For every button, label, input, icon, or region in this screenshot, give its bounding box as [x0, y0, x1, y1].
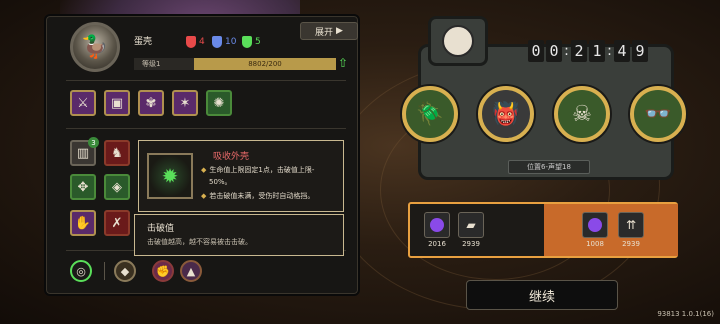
timer-digit: 2 — [571, 40, 587, 62]
tooltip-line-text: 若击破值未满，受伤时自动格挡。 — [209, 192, 315, 200]
play-icon: ▶ — [336, 26, 343, 36]
timer-digit: 9 — [632, 40, 648, 62]
timer-digit: 1 — [589, 40, 605, 62]
timer-digit: 4 — [614, 40, 630, 62]
expand-button-label: 展开 — [315, 27, 334, 38]
blades-icon[interactable]: ✗ — [104, 210, 130, 236]
resource-green: 5 — [242, 36, 261, 48]
tooltip-line-text: 50%。 — [209, 178, 232, 186]
card-icon[interactable]: ▰ — [458, 212, 484, 238]
resource-red: 4 — [186, 36, 205, 48]
reward-value: 1008 — [586, 240, 604, 248]
continue-button[interactable]: 继续 — [466, 280, 618, 310]
divider — [66, 128, 346, 129]
cross-icon[interactable]: ✥ — [70, 174, 96, 200]
player-name: 蛋壳 — [134, 37, 153, 47]
diamond-icon: ◆ — [201, 166, 207, 174]
stat-tooltip-desc: 击破值越高，越不容易被击击破。 — [147, 238, 252, 246]
target-icon[interactable]: ◎ — [70, 260, 92, 282]
timer-colon: : — [607, 43, 612, 59]
stat-tooltip: 击破值 击破值越高，越不容易被击击破。 — [134, 214, 344, 256]
timer-colon: : — [564, 43, 569, 59]
position-label: 位置6-声望18 — [508, 160, 590, 174]
skill-badge: 3 — [88, 137, 99, 148]
tooltip-line-text: 生命值上限固定1点，击破值上限- — [209, 166, 315, 174]
boot-icon[interactable]: ♞ — [104, 140, 130, 166]
tracker-head: ♔ — [428, 16, 488, 66]
timer: 0 0 : 2 1 : 4 9 — [528, 40, 648, 62]
seed-icon[interactable]: ◆ — [114, 260, 136, 282]
separator — [104, 262, 105, 280]
timer-digit: 0 — [546, 40, 562, 62]
reward-option-selected[interactable]: 1008 ⇈ 2939 — [544, 204, 678, 256]
shell-icon: ✹ — [147, 153, 193, 199]
resource-blue: 10 — [212, 36, 236, 48]
xp-bar: 8802/200 — [194, 58, 336, 70]
diamond-icon: ◆ — [201, 192, 207, 200]
glasses-icon[interactable]: 👓 — [630, 86, 686, 142]
stat-tooltip-title: 击破值 — [147, 224, 175, 234]
cage-icon[interactable]: ▥ 3 — [70, 137, 99, 166]
resource-red-value: 4 — [199, 37, 205, 47]
tooltip-line: 50%。 — [209, 177, 232, 187]
divider — [66, 80, 346, 81]
tooltip-line: ◆ 生命值上限固定1点，击破值上限- — [201, 165, 314, 175]
resource-blue-value: 10 — [225, 37, 237, 47]
king-icon: ♔ — [442, 25, 474, 57]
spider-icon[interactable]: ✶ — [172, 90, 198, 116]
blue-mask-icon — [212, 36, 222, 48]
purple-orb-icon[interactable] — [582, 212, 608, 238]
reward-value: 2939 — [622, 240, 640, 248]
demon-icon[interactable]: 👹 — [478, 86, 534, 142]
avatar[interactable]: 🦆 — [70, 22, 120, 72]
gem-icon[interactable]: ◈ — [104, 174, 130, 200]
hat-icon[interactable]: ▲ — [180, 260, 202, 282]
hooded-icon[interactable]: ☠ — [554, 86, 610, 142]
tooltip-title: 吸收外壳 — [213, 152, 250, 162]
version-label: 93813 1.0.1(16) — [657, 310, 714, 318]
tooltip-line: ◆ 若击破值未满，受伤时自动格挡。 — [201, 191, 314, 201]
timer-digit: 0 — [528, 40, 544, 62]
beetle-icon[interactable]: 🪲 — [402, 86, 458, 142]
green-mask-icon — [242, 36, 252, 48]
bug-icon[interactable]: ✺ — [206, 90, 232, 116]
purple-orb-icon[interactable] — [424, 212, 450, 238]
red-mask-icon — [186, 36, 196, 48]
reward-choice-panel: 2016 ▰ 2939 1008 ⇈ 2939 — [408, 202, 678, 258]
tentacle-icon[interactable]: ✾ — [138, 90, 164, 116]
reward-value: 2016 — [428, 240, 446, 248]
fist-icon[interactable]: ✊ — [152, 260, 174, 282]
claw-icon[interactable]: ✋ — [70, 210, 96, 236]
level-label: 等级1 — [134, 58, 194, 70]
card-up-icon[interactable]: ⇈ — [618, 212, 644, 238]
skill-tooltip: ✹ 吸收外壳 ◆ 生命值上限固定1点，击破值上限- 50%。 ◆ 若击破值未满，… — [138, 140, 344, 212]
expand-button[interactable]: 展开 ▶ — [300, 22, 358, 40]
sword-icon[interactable]: ⚔ — [70, 90, 96, 116]
level-up-icon: ⇧ — [338, 56, 349, 70]
reward-value: 2939 — [462, 240, 480, 248]
chest-icon[interactable]: ▣ — [104, 90, 130, 116]
resource-green-value: 5 — [255, 37, 261, 47]
